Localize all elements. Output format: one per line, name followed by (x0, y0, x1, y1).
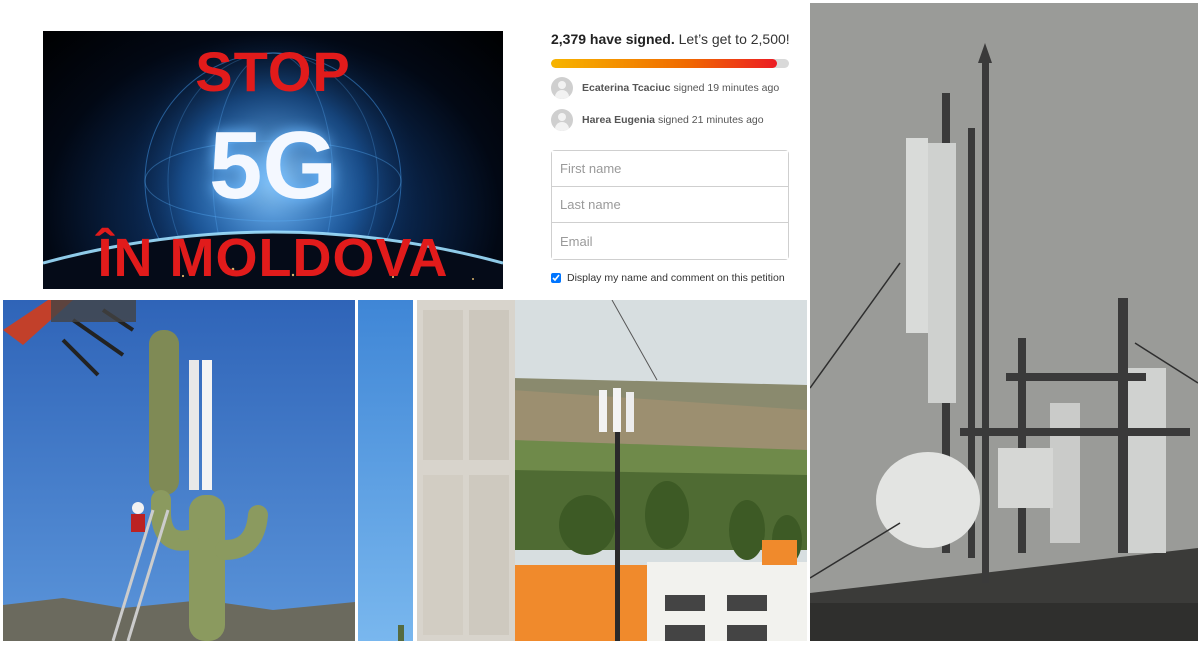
last-name-field[interactable] (552, 187, 788, 223)
avatar (551, 109, 573, 131)
signer-time: signed 19 minutes ago (673, 82, 780, 94)
cactus-tower-photo (3, 300, 355, 641)
signature-progress-fill (551, 59, 778, 68)
signer-name: Harea Eugenia (582, 114, 655, 126)
signature-form (551, 150, 789, 260)
email-field[interactable] (552, 223, 788, 259)
recent-signer: Harea Eugenia signed 21 minutes ago (551, 108, 789, 132)
consent-label: Display my name and comment on this peti… (567, 272, 785, 284)
petition-signature-widget: 2,379 have signed. Let’s get to 2,500! E… (551, 31, 790, 284)
sky-strip-photo (358, 300, 413, 641)
signature-count: 2,379 have signed. Let’s get to 2,500! (551, 31, 790, 47)
banner-moldova-text: ÎN MOLDOVA (97, 228, 449, 288)
banner-stop-text: STOP (195, 40, 351, 103)
signer-name: Ecaterina Tcaciuc (582, 82, 671, 94)
signer-time: signed 21 minutes ago (657, 114, 764, 126)
avatar (551, 77, 573, 99)
signed-count-text: 2,379 have signed. (551, 31, 675, 47)
display-name-consent[interactable]: Display my name and comment on this peti… (551, 272, 789, 284)
banner-5g-text: 5G (208, 112, 338, 219)
stop-5g-banner: STOP 5G ÎN MOLDOVA (43, 31, 503, 289)
recent-signer: Ecaterina Tcaciuc signed 19 minutes ago (551, 76, 789, 100)
village-tower-photo (417, 300, 807, 641)
goal-text: Let’s get to 2,500! (678, 31, 790, 47)
display-name-checkbox[interactable] (551, 273, 561, 283)
rooftop-antenna-photo (810, 3, 1198, 641)
first-name-field[interactable] (552, 151, 788, 187)
signature-progress-bar (551, 59, 789, 68)
